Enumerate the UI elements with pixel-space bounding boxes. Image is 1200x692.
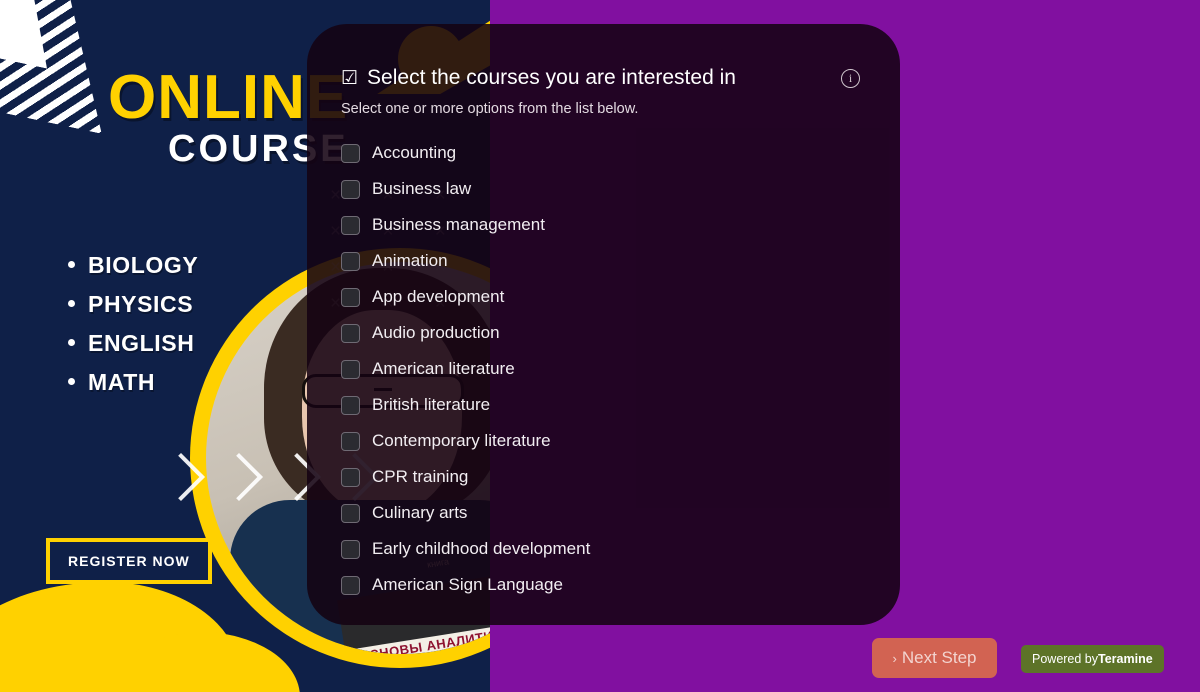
checkbox-icon[interactable] xyxy=(341,251,360,271)
checked-checkbox-icon: ☑ xyxy=(341,67,359,89)
checkbox-icon[interactable] xyxy=(341,215,360,235)
subject-item: PHYSICS xyxy=(68,291,198,318)
next-step-button[interactable]: › Next Step xyxy=(872,638,997,678)
list-item[interactable]: British literature xyxy=(341,387,866,423)
checkbox-icon[interactable] xyxy=(341,359,360,379)
list-item[interactable]: Animation xyxy=(341,243,866,279)
course-selection-modal: ☑ Select the courses you are interested … xyxy=(307,24,900,625)
register-now-button[interactable]: REGISTER NOW xyxy=(46,538,212,584)
modal-title: Select the courses you are interested in xyxy=(367,66,736,89)
screenshot-root: книга ОСНОВЫ АНАЛИТИЧЕСКОЙ ХИМИИ × × × ×… xyxy=(0,0,1200,692)
option-label: Audio production xyxy=(372,323,500,342)
subject-list: BIOLOGY PHYSICS ENGLISH MATH xyxy=(68,252,198,408)
option-label: Contemporary literature xyxy=(372,431,551,450)
list-item[interactable]: Audio production xyxy=(341,315,866,351)
option-label: App development xyxy=(372,287,505,306)
list-item[interactable]: American literature xyxy=(341,351,866,387)
chevron-right-icon: › xyxy=(892,650,897,666)
list-item[interactable]: Culinary arts xyxy=(341,495,866,531)
powered-by-prefix: Powered by xyxy=(1032,652,1099,666)
option-label: Business law xyxy=(372,179,472,198)
checkbox-icon[interactable] xyxy=(341,575,360,595)
chevron-right-icon xyxy=(218,450,264,512)
subject-item: BIOLOGY xyxy=(68,252,198,279)
checkbox-icon[interactable] xyxy=(341,287,360,307)
modal-header: ☑ Select the courses you are interested … xyxy=(307,24,900,117)
info-icon[interactable]: i xyxy=(841,68,860,88)
list-item[interactable]: Early childhood development xyxy=(341,531,866,567)
option-label: Animation xyxy=(372,251,448,270)
checkbox-icon[interactable] xyxy=(341,143,360,163)
checkbox-icon[interactable] xyxy=(341,539,360,559)
checkbox-icon[interactable] xyxy=(341,323,360,343)
checkbox-icon[interactable] xyxy=(341,179,360,199)
option-label: Early childhood development xyxy=(372,539,591,558)
checkbox-icon[interactable] xyxy=(341,503,360,523)
list-item[interactable]: Business management xyxy=(341,207,866,243)
option-label: American Sign Language xyxy=(372,575,563,594)
checkbox-icon[interactable] xyxy=(341,467,360,487)
option-label: Accounting xyxy=(372,143,457,162)
powered-by-badge[interactable]: Powered byTeramine xyxy=(1021,645,1164,673)
powered-by-brand: Teramine xyxy=(1098,652,1153,666)
checkbox-icon[interactable] xyxy=(341,395,360,415)
chevron-right-icon xyxy=(160,450,206,512)
option-label: CPR training xyxy=(372,467,469,486)
checkbox-icon[interactable] xyxy=(341,431,360,451)
modal-title-row: ☑ Select the courses you are interested … xyxy=(341,66,866,90)
list-item[interactable]: Contemporary literature xyxy=(341,423,866,459)
list-item[interactable]: App development xyxy=(341,279,866,315)
subject-item: ENGLISH xyxy=(68,330,198,357)
option-label: British literature xyxy=(372,395,491,414)
list-item[interactable]: Business law xyxy=(341,171,866,207)
option-label: American literature xyxy=(372,359,515,378)
modal-subtitle: Select one or more options from the list… xyxy=(341,101,639,117)
course-options-list: Accounting Business law Business managem… xyxy=(307,135,900,603)
list-item[interactable]: American Sign Language xyxy=(341,567,866,603)
option-label: Business management xyxy=(372,215,545,234)
subject-item: MATH xyxy=(68,369,198,396)
list-item[interactable]: Accounting xyxy=(341,135,866,171)
list-item[interactable]: CPR training xyxy=(341,459,866,495)
option-label: Culinary arts xyxy=(372,503,468,522)
next-step-label: Next Step xyxy=(901,648,977,667)
